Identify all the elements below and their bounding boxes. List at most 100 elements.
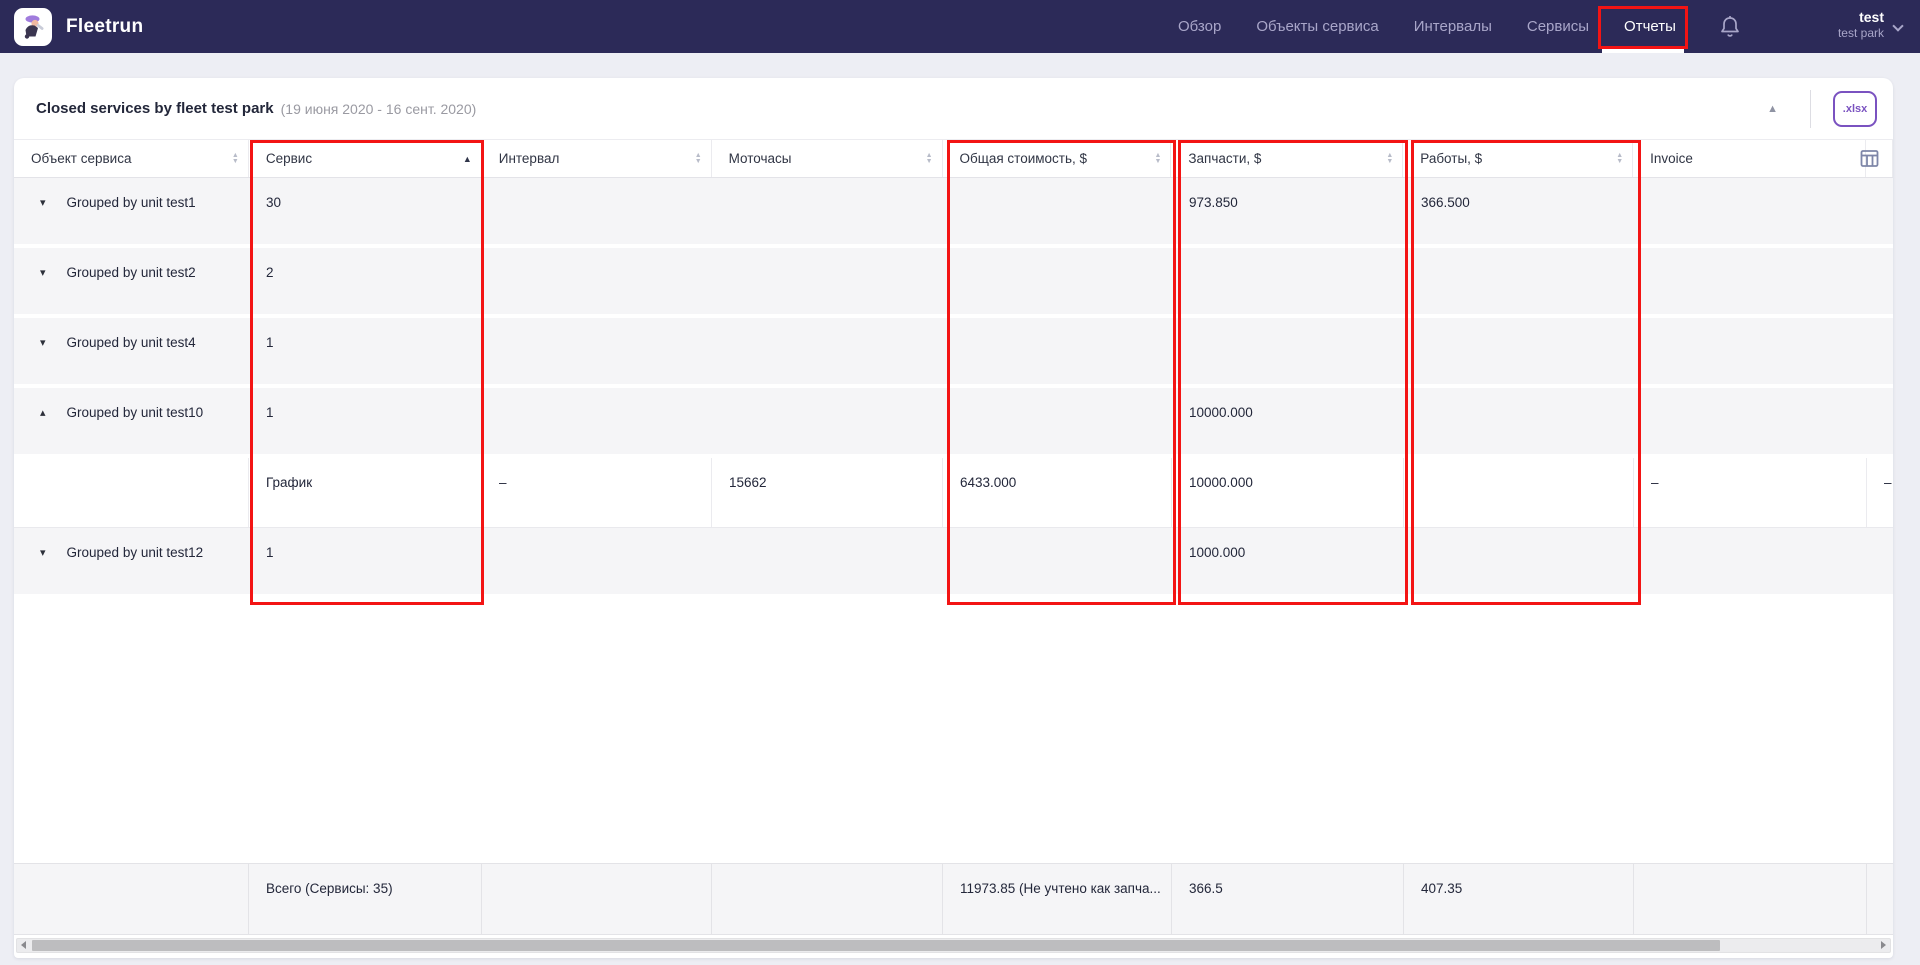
scrollbar-thumb[interactable]	[32, 940, 1720, 951]
report-card: Closed services by fleet test park (19 и…	[14, 78, 1893, 958]
group-row-toggle[interactable]: ▾ Grouped by unit test2	[14, 248, 249, 314]
sort-icon[interactable]: ▲▼	[1386, 153, 1393, 165]
cell-invoice	[1634, 178, 1867, 244]
cell-works	[1404, 528, 1634, 594]
nav-tab-reports[interactable]: Отчеты	[1624, 18, 1676, 35]
cell-total: 6433.000	[943, 458, 1172, 527]
column-header-total-cost[interactable]: Общая стоимость, $ ▲▼	[943, 140, 1172, 177]
nav-tab-intervals[interactable]: Интервалы	[1414, 18, 1492, 35]
cell-service: 1	[249, 528, 482, 594]
total-services: Всего (Сервисы: 35)	[249, 864, 482, 934]
table-totals-row: Всего (Сервисы: 35) 11973.85 (Не учтено …	[14, 863, 1893, 935]
scroll-right-icon[interactable]	[1881, 941, 1886, 949]
cell-works: 366.500	[1404, 178, 1634, 244]
column-header-invoice[interactable]: Invoice	[1633, 140, 1866, 177]
total-interval	[482, 864, 712, 934]
cell-interval	[482, 528, 712, 594]
table-header-row: Объект сервиса ▲▼ Сервис ▲ Интервал ▲▼ М…	[14, 140, 1893, 178]
column-settings-icon[interactable]	[1859, 148, 1880, 169]
cell-interval	[482, 388, 712, 454]
cell-extra	[1867, 248, 1893, 314]
cell-invoice: –	[1634, 458, 1867, 527]
cell-works	[1404, 388, 1634, 454]
main-navigation: Обзор Объекты сервиса Интервалы Сервисы …	[1178, 0, 1676, 53]
column-header-parts[interactable]: Запчасти, $ ▲▼	[1171, 140, 1403, 177]
unit-name: Grouped by unit test1	[67, 195, 196, 210]
cell-parts: 973.850	[1172, 178, 1404, 244]
sort-asc-icon[interactable]: ▲	[463, 154, 472, 164]
cell-works	[1404, 318, 1634, 384]
cell-service: 2	[249, 248, 482, 314]
cell-works	[1404, 458, 1634, 527]
nav-tab-overview[interactable]: Обзор	[1178, 18, 1221, 35]
total-motohours	[712, 864, 943, 934]
cell-extra	[1867, 318, 1893, 384]
brand-title: Fleetrun	[66, 16, 143, 38]
unit-name: Grouped by unit test12	[67, 545, 204, 560]
column-header-service[interactable]: Сервис ▲	[249, 140, 482, 177]
unit-name: Grouped by unit test2	[67, 265, 196, 280]
sort-icon[interactable]: ▲▼	[1616, 153, 1623, 165]
triangle-down-icon[interactable]: ▾	[40, 196, 46, 209]
fleetrun-logo[interactable]	[14, 8, 52, 46]
total-cost: 11973.85 (Не учтено как запча...	[943, 864, 1172, 934]
export-xlsx-button[interactable]: .xlsx	[1833, 91, 1877, 127]
cell-invoice	[1634, 318, 1867, 384]
column-header-motohours[interactable]: Моточасы ▲▼	[712, 140, 943, 177]
triangle-down-icon[interactable]: ▾	[40, 336, 46, 349]
cell-motohours	[712, 178, 943, 244]
table-row: ▾ Grouped by unit test1 30 973.850 366.5…	[14, 178, 1893, 244]
total-extra	[1867, 864, 1893, 934]
user-name: test	[1838, 8, 1884, 26]
total-unit	[14, 864, 249, 934]
cell-invoice	[1634, 388, 1867, 454]
cell-total	[943, 248, 1172, 314]
horizontal-scrollbar[interactable]	[16, 938, 1891, 953]
top-navbar: Fleetrun Обзор Объекты сервиса Интервалы…	[0, 0, 1920, 53]
triangle-down-icon[interactable]: ▾	[40, 546, 46, 559]
sort-icon[interactable]: ▲▼	[926, 153, 933, 165]
group-row-toggle[interactable]: ▴ Grouped by unit test10	[14, 388, 249, 454]
column-header-works[interactable]: Работы, $ ▲▼	[1403, 140, 1633, 177]
cell-motohours: 15662	[712, 458, 943, 527]
notifications-bell-icon[interactable]	[1718, 14, 1742, 40]
cell-interval	[482, 178, 712, 244]
total-invoice	[1634, 864, 1867, 934]
sort-icon[interactable]: ▲▼	[232, 153, 239, 165]
column-header-service-object[interactable]: Объект сервиса ▲▼	[14, 140, 249, 177]
cell-parts: 1000.000	[1172, 528, 1404, 594]
cell-service: 1	[249, 318, 482, 384]
nav-tab-service-objects[interactable]: Объекты сервиса	[1256, 18, 1378, 35]
column-header-interval[interactable]: Интервал ▲▼	[482, 140, 712, 177]
total-parts: 366.5	[1172, 864, 1404, 934]
cell-invoice	[1634, 248, 1867, 314]
cell-parts	[1172, 318, 1404, 384]
triangle-up-icon[interactable]: ▴	[40, 406, 46, 419]
sort-icon[interactable]: ▲▼	[1154, 153, 1161, 165]
group-row-toggle[interactable]: ▾ Grouped by unit test4	[14, 318, 249, 384]
total-works: 407.35	[1404, 864, 1634, 934]
unit-name: Grouped by unit test10	[67, 405, 204, 420]
chevron-down-icon[interactable]	[1892, 20, 1903, 31]
cell-invoice	[1634, 528, 1867, 594]
cell-parts: 10000.000	[1172, 388, 1404, 454]
cell-extra	[1867, 178, 1893, 244]
cell-motohours	[712, 248, 943, 314]
cell-total	[943, 388, 1172, 454]
report-title: Closed services by fleet test park	[36, 100, 274, 117]
user-menu[interactable]: test test park	[1838, 8, 1884, 40]
cell-extra	[1867, 528, 1893, 594]
group-row-toggle[interactable]: ▾ Grouped by unit test12	[14, 528, 249, 594]
cell-service[interactable]: График	[249, 458, 482, 527]
group-row-toggle[interactable]: ▾ Grouped by unit test1	[14, 178, 249, 244]
report-header: Closed services by fleet test park (19 и…	[14, 78, 1893, 140]
sort-icon[interactable]: ▲▼	[695, 153, 702, 165]
collapse-panel-icon[interactable]: ▲	[1761, 97, 1784, 121]
cell-parts: 10000.000	[1172, 458, 1404, 527]
cell-total	[943, 318, 1172, 384]
active-tab-indicator	[1602, 49, 1684, 53]
nav-tab-services[interactable]: Сервисы	[1527, 18, 1589, 35]
triangle-down-icon[interactable]: ▾	[40, 266, 46, 279]
cell-service: 1	[249, 388, 482, 454]
scroll-left-icon[interactable]	[21, 941, 26, 949]
